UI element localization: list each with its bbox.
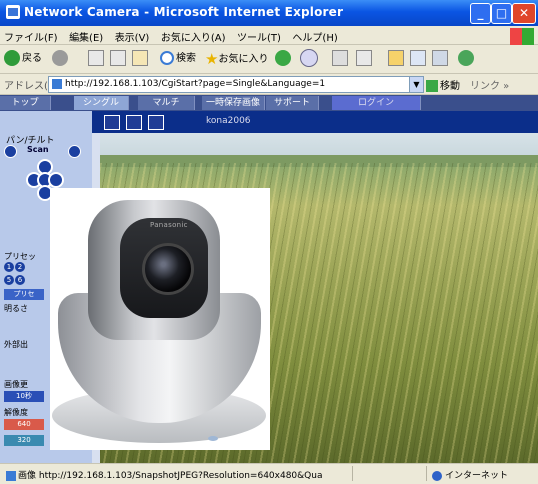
stop-button[interactable] [88,49,104,69]
links-label: リンク [470,81,500,92]
tab-multi[interactable]: マルチ [138,96,195,110]
toolbar: 戻る 検索 ★お気に入り [0,45,538,74]
security-zone: インターネット [432,468,508,481]
back-arrow-icon [4,50,20,66]
menu-tools[interactable]: ツール(T) [233,26,285,47]
camera-lens [142,243,194,295]
status-text: 画像 http://192.168.1.103/SnapshotJPEG?Res… [6,468,322,481]
menu-view[interactable]: 表示(V) [111,26,154,47]
edit-icon [356,50,372,66]
page-icon [52,78,62,89]
back-label: 戻る [22,53,42,64]
links-button[interactable]: リンク » [470,77,509,92]
record-button[interactable] [126,115,142,130]
forward-arrow-icon [52,50,68,66]
tab-single[interactable]: シングル [74,96,129,110]
forward-button[interactable] [52,49,70,69]
preset-set-button[interactable]: プリセ [4,289,44,300]
go-arrow-icon [426,80,438,92]
address-url: http://192.168.1.103/CgiStart?page=Singl… [65,79,326,89]
snapshot-button[interactable] [104,115,120,130]
scan-label: Scan [27,145,49,154]
back-button[interactable]: 戻る [4,49,42,69]
menu-edit[interactable]: 編集(E) [65,26,107,47]
page-status-icon [6,470,16,481]
window-title: Network Camera - Microsoft Internet Expl… [24,5,344,19]
go-button[interactable]: 移動 [426,77,460,92]
camera-name: kona2006 [206,116,251,126]
status-separator [426,466,427,481]
tab-saved-images[interactable]: 一時保存画像 [202,96,265,110]
menu-bar: ファイル(F) 編集(E) 表示(V) お気に入り(A) ツール(T) ヘルプ(… [0,26,538,48]
preset-1-button[interactable]: 1 [4,262,14,272]
pan-right-button[interactable] [48,172,64,188]
status-bar: 画像 http://192.168.1.103/SnapshotJPEG?Res… [0,463,538,484]
messenger-button[interactable] [432,49,448,69]
audio-button[interactable] [148,115,164,130]
preset-2-button[interactable]: 2 [15,262,25,272]
camera-product-photo: Panasonic [50,188,270,450]
address-input[interactable]: http://192.168.1.103/CgiStart?page=Singl… [48,76,410,93]
zone-label: インターネット [445,471,509,481]
title-bar: Network Camera - Microsoft Internet Expl… [0,0,538,26]
home-icon [132,50,148,66]
address-bar: アドレス(D) http://192.168.1.103/CgiStart?pa… [0,74,538,95]
search-label: 検索 [176,53,196,64]
print-button[interactable] [332,49,348,69]
search-button[interactable]: 検索 [160,49,196,69]
home-button[interactable] [132,49,148,69]
stop-icon [88,50,104,66]
folder-icon [388,50,404,66]
menu-help[interactable]: ヘルプ(H) [288,26,341,47]
camera-nav-tabs: トップ シングル マルチ 一時保存画像 サポート ログイン [0,95,538,111]
go-label: 移動 [440,81,460,92]
camera-indicator [208,436,218,441]
tab-support[interactable]: サポート [266,96,319,110]
browser-window: Network Camera - Microsoft Internet Expl… [0,0,538,484]
research-button[interactable] [410,49,426,69]
login-button[interactable]: ログイン [332,96,421,110]
mail-button[interactable] [300,49,320,69]
tab-top[interactable]: トップ [0,96,51,110]
maximize-button[interactable]: □ [491,3,512,24]
preset-5-button[interactable]: 5 [4,275,14,285]
status-separator [352,466,353,481]
extra-icon [458,50,474,66]
scan-left-button[interactable] [4,145,17,158]
menu-favorites[interactable]: お気に入り(A) [157,26,230,47]
mail-icon [300,49,318,67]
minimize-button[interactable]: _ [470,3,491,24]
print-icon [332,50,348,66]
refresh-interval-select[interactable]: 10秒 [4,391,44,402]
discuss-button[interactable] [388,49,404,69]
resolution-640-button[interactable]: 640 [4,419,44,430]
search-icon [160,51,174,65]
close-button[interactable]: ✕ [512,3,536,24]
research-icon [410,50,426,66]
menu-file[interactable]: ファイル(F) [0,26,62,47]
favorites-label: お気に入り [218,54,269,65]
history-icon [275,50,291,66]
scan-right-button[interactable] [68,145,81,158]
edit-button[interactable] [356,49,372,69]
favorites-button[interactable]: ★お気に入り [205,49,268,69]
refresh-button[interactable] [110,49,126,69]
extra-button[interactable] [458,49,476,69]
star-icon: ★ [205,50,219,68]
ie-logo-icon [6,5,20,19]
history-button[interactable] [275,49,293,69]
status-url: 画像 http://192.168.1.103/SnapshotJPEG?Res… [18,471,323,481]
preset-6-button[interactable]: 6 [15,275,25,285]
messenger-icon [432,50,448,66]
refresh-icon [110,50,126,66]
address-dropdown-button[interactable]: ▼ [409,76,424,93]
resolution-320-button[interactable]: 320 [4,435,44,446]
globe-icon [432,470,442,481]
camera-brand: Panasonic [150,221,188,229]
